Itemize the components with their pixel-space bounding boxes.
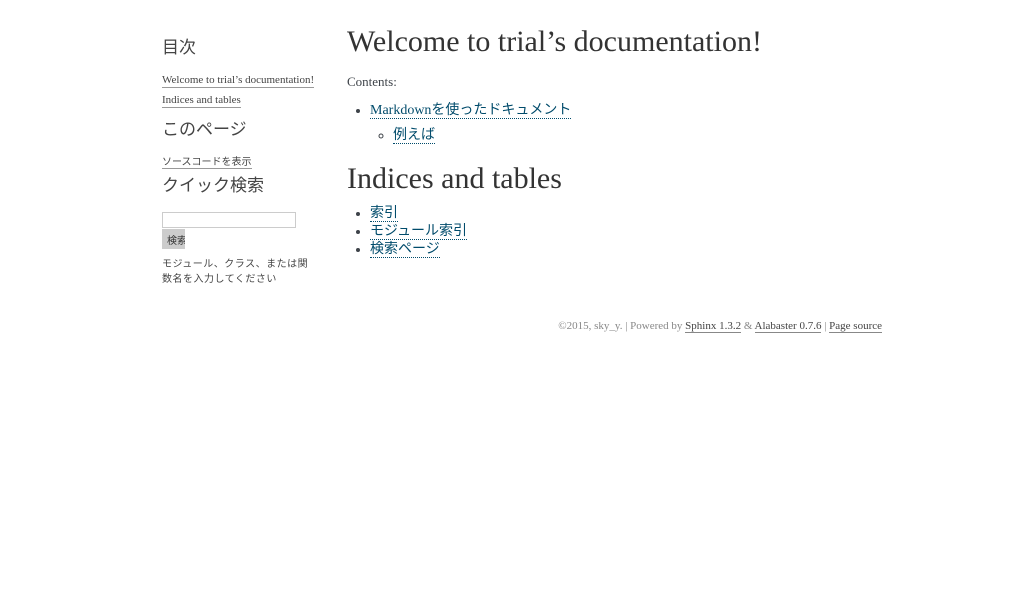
search-input[interactable] [162,212,296,228]
page-title: Welcome to trial’s documentation! [347,25,762,58]
sidebar-link-welcome[interactable]: Welcome to trial’s documentation! [162,73,315,88]
toc-link-markdown[interactable]: Markdownを使ったドキュメント [370,103,572,119]
toc-link-example[interactable]: 例えば [393,128,435,144]
search-page-link[interactable]: 検索ページ [370,242,440,258]
toc-item: Markdownを使ったドキュメント 例えば [370,102,887,145]
indices-heading: Indices and tables [347,162,562,195]
footer-copyright: ©2015, sky_y. | Powered by [558,320,686,332]
contents-label: Contents: [347,74,397,89]
footer: ©2015, sky_y. | Powered by Sphinx 1.3.2 … [558,320,882,333]
toc-subitem: 例えば [393,127,887,145]
sidebar-link-indices[interactable]: Indices and tables [162,93,241,108]
show-source-link[interactable]: ソースコードを表示 [162,157,252,169]
sphinx-link[interactable]: Sphinx 1.3.2 [685,320,742,333]
this-page-heading: このページ [162,120,247,140]
modindex-link[interactable]: モジュール索引 [370,224,468,240]
footer-amp: & [741,320,755,332]
toc-links: Welcome to trial’s documentation! Indice… [162,70,322,110]
list-item: 索引 [370,205,887,223]
quick-search-heading: クイック検索 [162,176,264,196]
toc-list: Markdownを使ったドキュメント 例えば [347,102,887,145]
page-source-link[interactable]: Page source [829,320,882,333]
sidebar: 目次 Welcome to trial’s documentation! Ind… [162,36,322,287]
genindex-link[interactable]: 索引 [370,206,398,222]
toc-sublist: 例えば [370,127,887,145]
footer-separator: | [821,320,830,332]
main-content: Welcome to trial’s documentation! Conten… [347,22,887,259]
toc-heading: 目次 [162,38,196,58]
list-item: 検索ページ [370,241,887,259]
alabaster-link[interactable]: Alabaster 0.7.6 [754,320,822,333]
list-item: モジュール索引 [370,223,887,241]
search-button[interactable]: 検索 [162,229,185,249]
indices-list: 索引 モジュール索引 検索ページ [347,205,887,259]
search-hint: モジュール、クラス、または関数名を入力してください [162,259,309,285]
show-source: ソースコードを表示 [162,152,322,170]
